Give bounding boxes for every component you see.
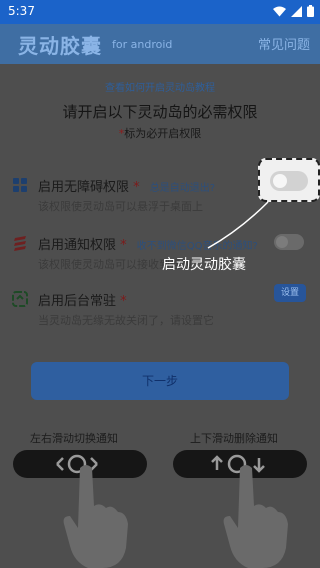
- guide-caption: 启动灵动胶囊: [162, 257, 246, 273]
- guide-pointer-line: [207, 201, 269, 249]
